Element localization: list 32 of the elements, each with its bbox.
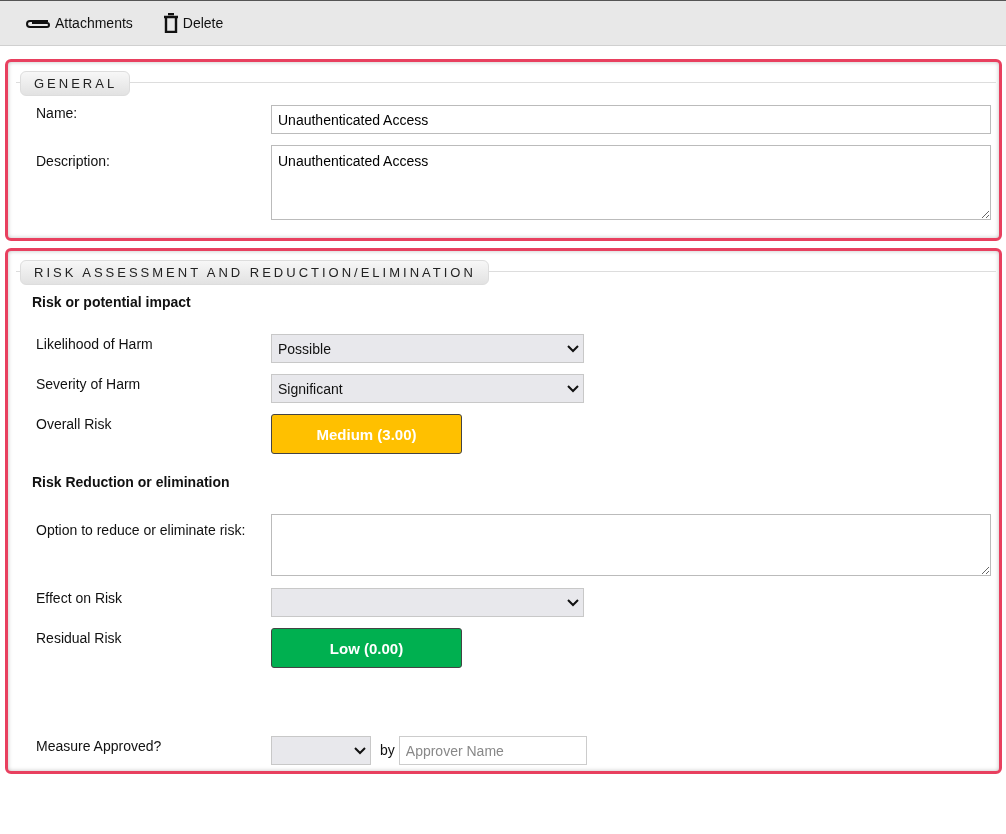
chevron-down-icon (567, 344, 579, 353)
field-label: Option to reduce or eliminate risk: (36, 521, 247, 538)
field-label: Likelihood of Harm (36, 335, 154, 352)
dropdown[interactable] (271, 588, 584, 617)
section-heading: Risk Reduction or elimination (32, 474, 230, 490)
field-label: Description: (36, 152, 111, 169)
field-label: Measure Approved? (36, 737, 163, 754)
text-area[interactable]: Unauthenticated Access (271, 145, 991, 220)
field-label: Overall Risk (36, 415, 113, 432)
attachments-button[interactable]: Attachments (25, 15, 133, 31)
approval-dropdown[interactable] (271, 736, 371, 765)
by-label: by (380, 741, 395, 758)
section-legend: GENERAL (20, 71, 131, 96)
field-label: Name: (36, 105, 79, 121)
text-area[interactable] (271, 514, 991, 576)
paperclip-icon (25, 17, 51, 29)
name-field[interactable]: Unauthenticated Access (271, 105, 991, 134)
risk-level-badge: Low (0.00) (271, 628, 462, 668)
field-label: Residual Risk (36, 629, 123, 646)
dropdown[interactable]: Significant (271, 374, 584, 403)
section-legend: RISK ASSESSMENT AND REDUCTION/ELIMINATION (20, 260, 489, 285)
trash-icon (162, 13, 179, 33)
risk-level-badge: Medium (3.00) (271, 414, 462, 454)
dropdown[interactable]: Possible (271, 334, 584, 363)
chevron-down-icon (567, 384, 579, 393)
field-label: Effect on Risk (36, 589, 124, 606)
approver-name-field[interactable]: Approver Name (398, 736, 587, 765)
field-label: Severity of Harm (36, 375, 142, 392)
delete-button[interactable]: Delete (162, 13, 224, 33)
section-heading: Risk or potential impact (32, 294, 191, 310)
chevron-down-icon (354, 746, 366, 755)
chevron-down-icon (567, 598, 579, 607)
